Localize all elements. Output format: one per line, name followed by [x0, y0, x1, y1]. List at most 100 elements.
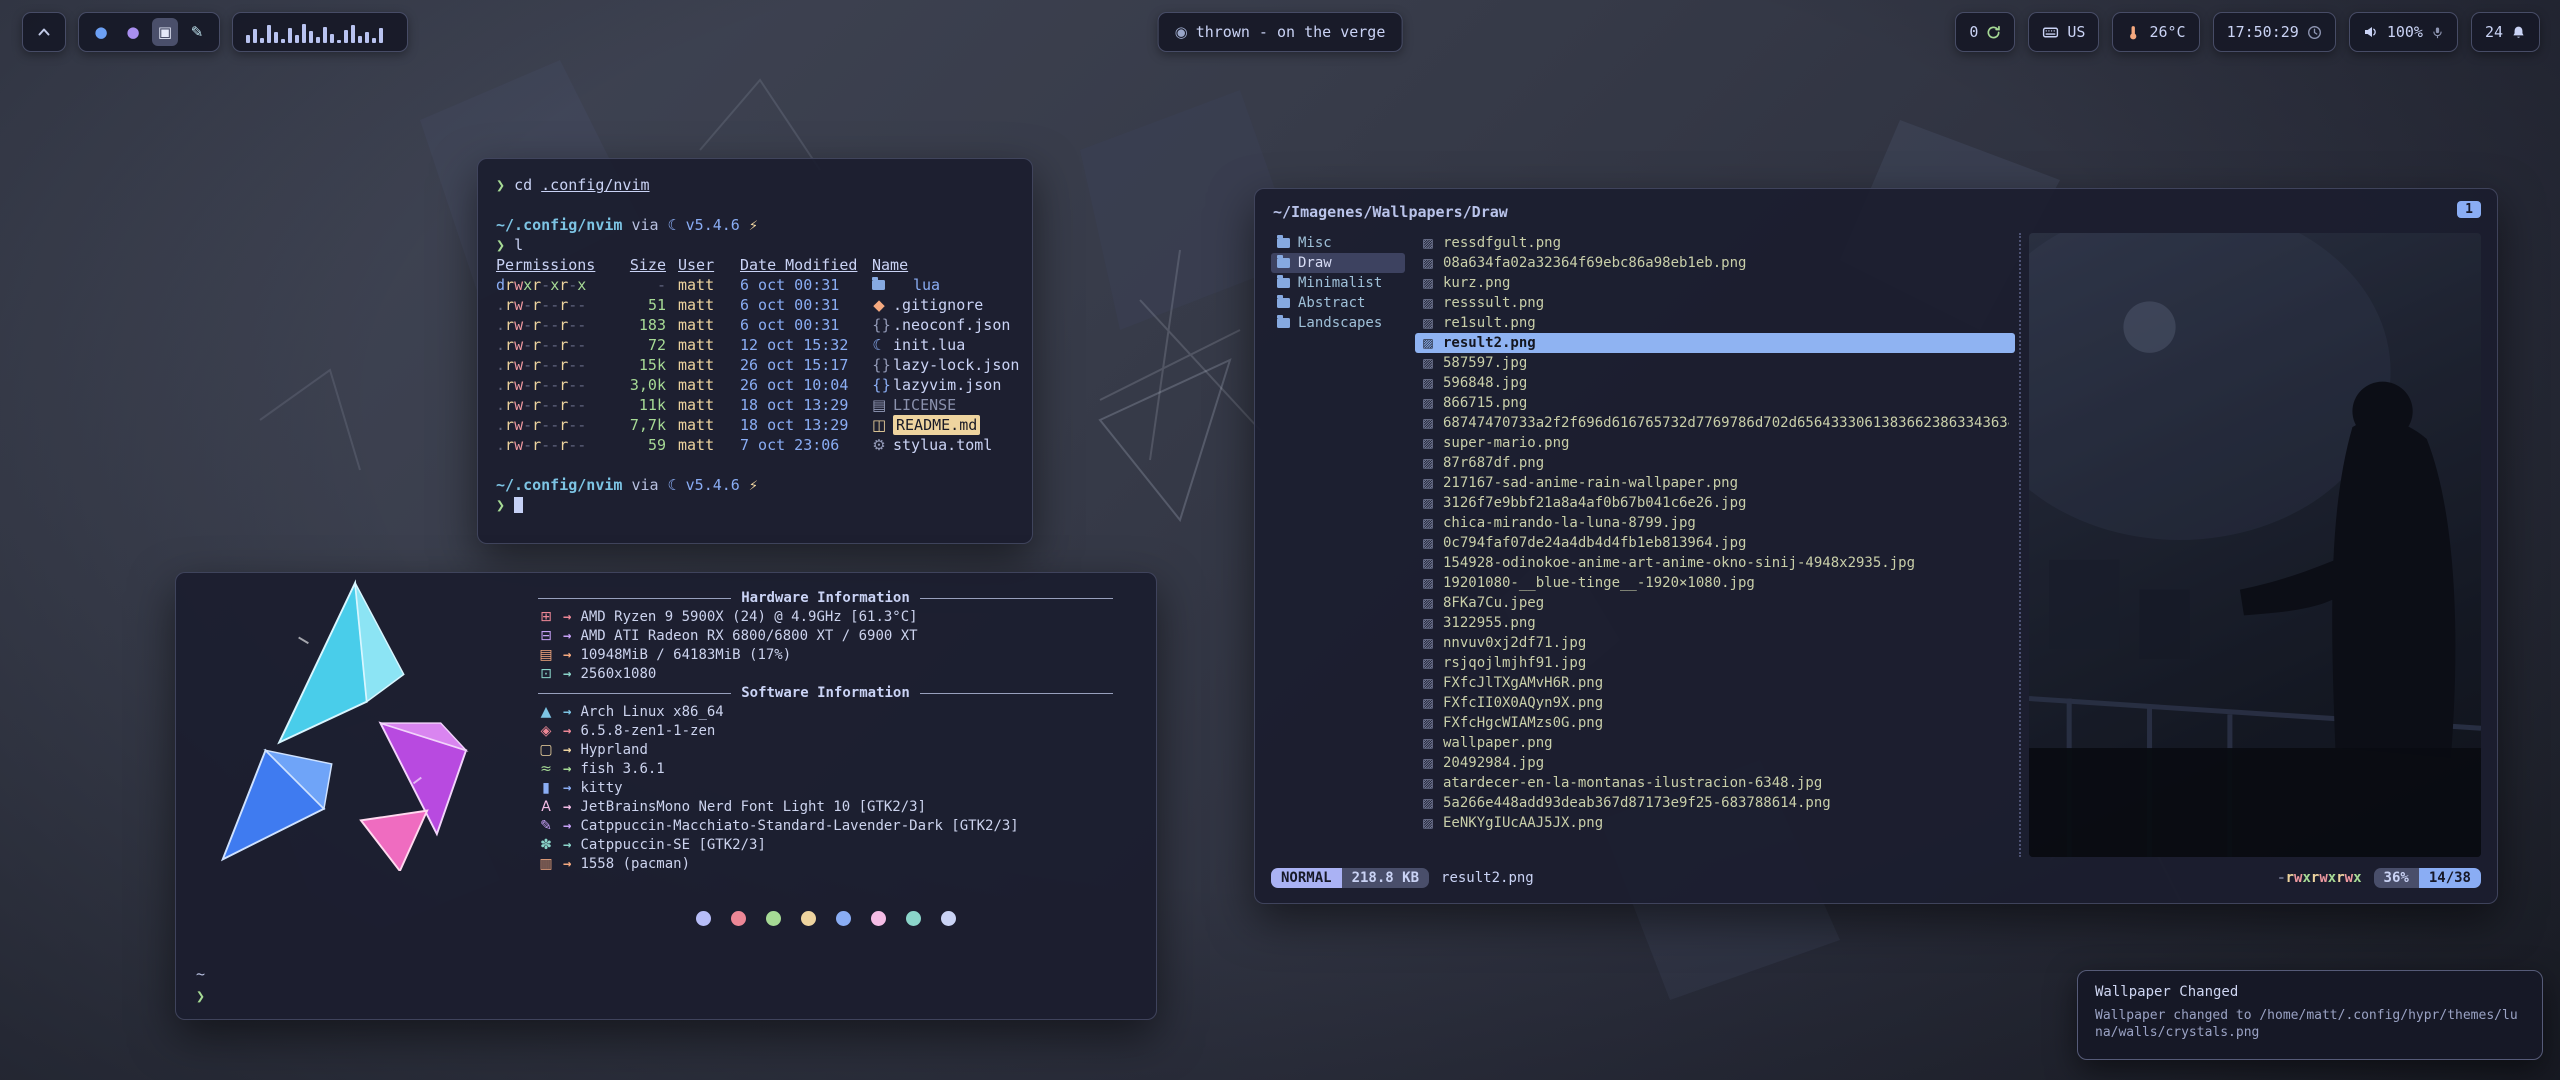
visualizer-bar [372, 38, 376, 43]
permissions: drwxr-xr-x [496, 275, 608, 295]
file-name: chica-mirando-la-luna-8799.jpg [1443, 515, 1696, 531]
file-list-item[interactable]: 8FKa7Cu.jpeg [1415, 593, 2015, 613]
info-text: 10948MiB / 64183MiB (17%) [580, 646, 791, 665]
updates-module[interactable]: 0 [1955, 12, 2015, 52]
arrow-icon [563, 836, 571, 855]
dock-item[interactable]: ▣ [152, 18, 178, 46]
sidebar-folder[interactable]: Misc [1271, 233, 1405, 253]
file-name: wallpaper.png [1443, 735, 1553, 751]
listing-row: .rw-r--r-- 11k matt 18 oct 13:29 ▤ LICEN… [496, 395, 1014, 415]
image-icon [1421, 816, 1435, 830]
image-icon [1421, 576, 1435, 590]
file-list-item[interactable]: wallpaper.png [1415, 733, 2015, 753]
file-list-item[interactable]: 217167-sad-anime-rain-wallpaper.png [1415, 473, 2015, 493]
image-preview-pane [2029, 233, 2481, 857]
file-list-item[interactable]: re1sult.png [1415, 313, 2015, 333]
folder-icon [1277, 258, 1290, 268]
fetch-info-line: ▢ Hyprland [538, 741, 1113, 760]
file-list-item[interactable]: 596848.jpg [1415, 373, 2015, 393]
visualizer-bar [267, 25, 271, 43]
file-list-item[interactable]: 20492984.jpg [1415, 753, 2015, 773]
visualizer-bar [344, 30, 348, 43]
date-modified: 18 oct 13:29 [740, 415, 860, 435]
color-dot [731, 911, 746, 926]
file-list-item[interactable]: FXfcJlTXgAMvH6R.png [1415, 673, 2015, 693]
file-list-item[interactable]: 19201080-__blue-tinge__-1920×1080.jpg [1415, 573, 2015, 593]
image-icon [1421, 436, 1435, 450]
file-list-item[interactable]: chica-mirando-la-luna-8799.jpg [1415, 513, 2015, 533]
keyboard-layout-module[interactable]: US [2028, 12, 2099, 52]
dock-item[interactable]: ● [120, 18, 146, 46]
dock-item[interactable]: ● [88, 18, 114, 46]
temperature-module[interactable]: 26°C [2112, 12, 2199, 52]
keyboard-layout: US [2067, 23, 2085, 41]
file-list-item[interactable]: 3122955.png [1415, 613, 2015, 633]
color-dot [766, 911, 781, 926]
music-widget[interactable]: thrown - on the verge [1158, 12, 1403, 52]
icons-icon: ✽ [538, 836, 554, 855]
file-list-item[interactable]: 08a634fa02a32364f69ebc86a98eb1eb.png [1415, 253, 2015, 273]
file-name: 08a634fa02a32364f69ebc86a98eb1eb.png [1443, 255, 1746, 271]
file-list-item[interactable]: EeNKYgIUcAAJ5JX.png [1415, 813, 2015, 833]
notifications-module[interactable]: 24 [2471, 12, 2540, 52]
file-list-item[interactable]: resssult.png [1415, 293, 2015, 313]
file-list-item[interactable]: ressdfgult.png [1415, 233, 2015, 253]
listing-row: drwxr-xr-x - matt 6 oct 00:31 lua [496, 275, 1014, 295]
file-list-item[interactable]: result2.png [1415, 333, 2015, 353]
prompt-icon: ❯ [496, 176, 505, 194]
date-modified: 7 oct 23:06 [740, 435, 860, 455]
filetype-icon: {} [872, 315, 886, 335]
sidebar-folder[interactable]: Minimalist [1271, 273, 1405, 293]
notification-popup[interactable]: Wallpaper Changed Wallpaper changed to /… [2077, 970, 2543, 1060]
file-list-item[interactable]: 68747470733a2f2f696d616765732d7769786d70… [1415, 413, 2015, 433]
color-dot [906, 911, 921, 926]
audio-visualizer[interactable] [232, 12, 408, 52]
volume-module[interactable]: 100% [2349, 12, 2458, 52]
file-list-item[interactable]: rsjqojlmjhf91.jpg [1415, 653, 2015, 673]
file-list-item[interactable]: 3126f7e9bbf21a8a4af0b67b041c6e26.jpg [1415, 493, 2015, 513]
file-list-item[interactable]: FXfcII0X0AQyn9X.png [1415, 693, 2015, 713]
fetch-info-line: ≈ fish 3.6.1 [538, 760, 1113, 779]
file-list-item[interactable]: 5a266e448add93deab367d87173e9f25-6837886… [1415, 793, 2015, 813]
image-icon [1421, 676, 1435, 690]
file-list-item[interactable]: 154928-odinokoe-anime-art-anime-okno-sin… [1415, 553, 2015, 573]
file-name: resssult.png [1443, 295, 1544, 311]
size: 15k [620, 355, 666, 375]
fetch-info-line: ✽ Catppuccin-SE [GTK2/3] [538, 836, 1113, 855]
file-list-item[interactable]: super-mario.png [1415, 433, 2015, 453]
preview-image [2029, 233, 2481, 857]
file-list-item[interactable]: atardecer-en-la-montanas-ilustracion-634… [1415, 773, 2015, 793]
visualizer-bar [295, 35, 299, 43]
user: matt [678, 315, 728, 335]
file-name: 3122955.png [1443, 615, 1536, 631]
file-list-item[interactable]: nnvuv0xj2df71.jpg [1415, 633, 2015, 653]
dock-item[interactable]: ✎ [184, 18, 210, 46]
sidebar-folder[interactable]: Landscapes [1271, 313, 1405, 333]
image-icon [1421, 756, 1435, 770]
packages-icon: ▥ [538, 855, 554, 874]
file-list-item[interactable]: 87r687df.png [1415, 453, 2015, 473]
fetch-info-line: ▥ 1558 (pacman) [538, 855, 1113, 874]
distro-logo [198, 579, 483, 871]
date-modified: 26 oct 10:04 [740, 375, 860, 395]
filename-cell: {} .neoconf.json [872, 315, 1014, 335]
clock-module[interactable]: 17:50:29 [2213, 12, 2336, 52]
terminal-command-line: ❯ l [496, 235, 1014, 255]
file-list-item[interactable]: FXfcHgcWIAMzs0G.png [1415, 713, 2015, 733]
file-list-item[interactable]: 0c794faf07de24a4db4d4fb1eb813964.jpg [1415, 533, 2015, 553]
file-list-item[interactable]: 587597.jpg [1415, 353, 2015, 373]
file-list-item[interactable]: 866715.png [1415, 393, 2015, 413]
date-modified: 18 oct 13:29 [740, 395, 860, 415]
sidebar-folder[interactable]: Abstract [1271, 293, 1405, 313]
file-list-item[interactable]: kurz.png [1415, 273, 2015, 293]
sidebar-folder[interactable]: Draw [1271, 253, 1405, 273]
tab-badge[interactable]: 1 [2457, 201, 2481, 218]
app-launcher-button[interactable] [22, 12, 66, 52]
prompt-via: via [631, 476, 658, 494]
notification-body: Wallpaper changed to /home/matt/.config/… [2095, 1007, 2525, 1041]
size: 183 [620, 315, 666, 335]
terminal-prompt-line[interactable]: ❯ [496, 495, 1014, 515]
image-icon [1421, 396, 1435, 410]
fetch-prompt[interactable]: ~ ❯ [196, 963, 205, 1007]
size: 11k [620, 395, 666, 415]
